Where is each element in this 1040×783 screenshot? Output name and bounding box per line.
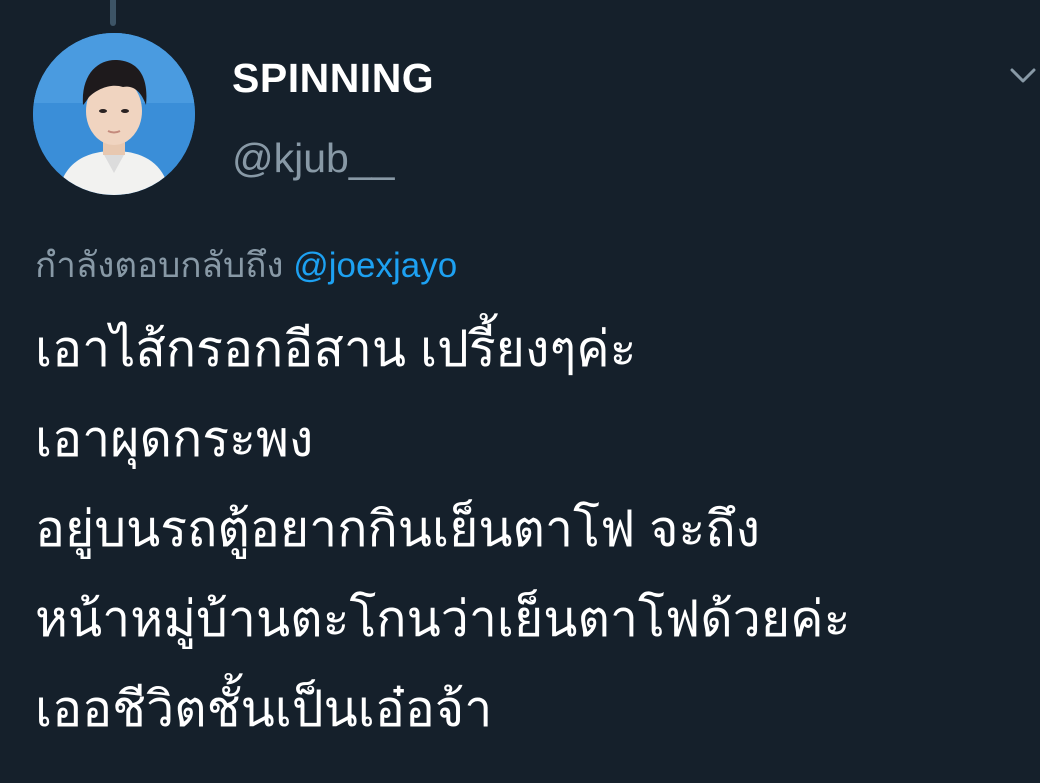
avatar[interactable] — [33, 33, 195, 195]
author-display-name[interactable]: SPINNING — [232, 55, 434, 102]
tweet-text-line: อยู่บนรถตู้อยากกินเย็นตาโฟ จะถึง — [35, 501, 761, 557]
reply-mention-link[interactable]: @joexjayo — [293, 246, 457, 285]
tweet-text-line: เอาผุดกระพง — [35, 411, 314, 467]
tweet-text: เอาไส้กรอกอีสาน เปรี้ยงๆค่ะ เอาผุดกระพง … — [35, 304, 1040, 754]
tweet-text-line: เออชีวิตชั้นเป็นเอ๋อจ้า — [35, 681, 493, 737]
thread-connector-line — [110, 0, 116, 26]
author-handle[interactable]: @kjub__ — [232, 135, 394, 182]
reply-context: กำลังตอบกลับถึง @joexjayo — [35, 238, 457, 293]
tweet-text-line: เอาไส้กรอกอีสาน เปรี้ยงๆค่ะ — [35, 321, 637, 377]
chevron-down-icon[interactable] — [1006, 58, 1040, 92]
tweet-text-line: หน้าหมู่บ้านตะโกนว่าเย็นตาโฟด้วยค่ะ — [35, 591, 851, 647]
reply-prefix: กำลังตอบกลับถึง — [35, 246, 284, 285]
avatar-photo — [33, 33, 195, 195]
